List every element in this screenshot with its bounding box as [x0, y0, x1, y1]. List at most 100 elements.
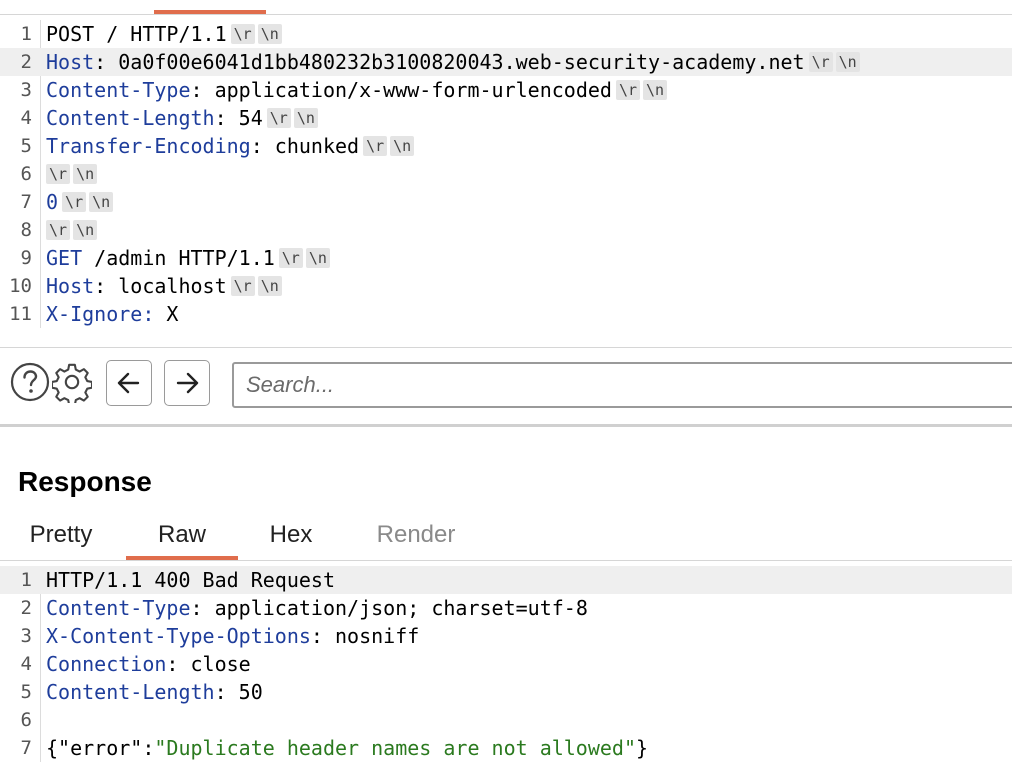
back-button[interactable] — [106, 360, 152, 406]
text-token: HTTP/1.1 400 Bad Request — [46, 568, 335, 592]
line-number: 4 — [20, 653, 32, 675]
toolbar-separator — [0, 347, 1012, 348]
text-token: : close — [166, 652, 251, 676]
code-line: 8 \r \n — [0, 216, 1012, 244]
line-number: 6 — [20, 709, 32, 731]
tab-hex[interactable]: Hex — [250, 512, 332, 558]
line-number: 5 — [20, 681, 32, 703]
code-text: Transfer-Encoding: chunked \r \n — [46, 132, 415, 160]
text-token: : application/json; charset=utf-8 — [190, 596, 588, 620]
line-number: 2 — [20, 597, 32, 619]
header-name: X-Ignore: — [46, 302, 155, 326]
newline-marker: \n — [73, 164, 98, 184]
request-active-tab-indicator — [154, 10, 266, 14]
code-line: 7 0 \r \n — [0, 188, 1012, 216]
text-token: : nosniff — [310, 624, 420, 648]
line-number: 5 — [20, 135, 32, 157]
line-number: 3 — [20, 79, 32, 101]
code-line: 7 {"error":"Duplicate header names are no… — [0, 734, 1012, 762]
newline-marker: \n — [89, 192, 114, 212]
header-name: Content-Type — [46, 596, 191, 620]
forward-button[interactable] — [164, 360, 210, 406]
code-line: 2 Content-Type: application/json; charset… — [0, 594, 1012, 622]
response-editor[interactable]: 1 HTTP/1.1 400 Bad Request 2 Content-Type: … — [0, 566, 1012, 762]
search-input[interactable] — [232, 362, 1012, 408]
carriage-return-marker: \r — [363, 136, 388, 156]
code-line: 4 Connection: close — [0, 650, 1012, 678]
text-token: 0 — [46, 190, 59, 214]
line-number: 1 — [20, 569, 32, 591]
header-name: X-Content-Type-Options — [46, 624, 311, 648]
code-text: Connection: close — [46, 650, 251, 678]
text-token: : 54 — [214, 106, 263, 130]
code-line: 2 Host: 0a0f00e6041d1bb480232b3100820043.… — [0, 48, 1012, 76]
arrow-left-icon — [117, 372, 140, 394]
code-line: 1 HTTP/1.1 400 Bad Request — [0, 566, 1012, 594]
newline-marker: \n — [257, 276, 282, 296]
search-toolbar — [0, 352, 1012, 414]
response-title: Response — [18, 466, 152, 497]
text-token: X — [154, 302, 179, 326]
code-text: Host: localhost \r \n — [46, 272, 282, 300]
line-number: 7 — [20, 737, 32, 759]
newline-marker: \n — [835, 52, 860, 72]
header-name: Content-Length — [46, 680, 215, 704]
newline-marker: \n — [73, 220, 98, 240]
text-token: POST / HTTP/1.1 — [46, 22, 227, 46]
code-line: 9 GET /admin HTTP/1.1 \r \n — [0, 244, 1012, 272]
code-text: Content-Length: 54 \r \n — [46, 104, 318, 132]
code-text: Content-Length: 50 — [46, 678, 263, 706]
code-text: {"error":"Duplicate header names are not… — [46, 734, 648, 762]
code-line: 6 — [0, 706, 1012, 734]
help-icon[interactable] — [10, 362, 50, 402]
header-name: GET — [46, 246, 83, 270]
string-token: "Duplicate header names are not allowed" — [154, 736, 637, 760]
code-line: 1 POST / HTTP/1.1 \r \n — [0, 20, 1012, 48]
newline-marker: \n — [257, 24, 282, 44]
line-number: 11 — [9, 303, 32, 325]
line-number: 8 — [20, 219, 32, 241]
text-token: : chunked — [250, 134, 360, 158]
text-token: : application/x-www-form-urlencoded — [190, 78, 612, 102]
header-name: Host — [46, 50, 95, 74]
code-text: \r \n — [46, 216, 98, 244]
carriage-return-marker: \r — [230, 276, 255, 296]
arrow-right-icon — [176, 372, 199, 394]
line-number: 3 — [20, 625, 32, 647]
line-number: 7 — [20, 191, 32, 213]
text-token: } — [636, 736, 649, 760]
response-tabs-divider — [0, 560, 1012, 561]
code-line: 6 \r \n — [0, 160, 1012, 188]
code-text: X-Content-Type-Options: nosniff — [46, 622, 419, 650]
code-text: X-Ignore: X — [46, 300, 178, 328]
line-number: 6 — [20, 163, 32, 185]
code-line: 3 Content-Type: application/x-www-form-ur… — [0, 76, 1012, 104]
tab-pretty[interactable]: Pretty — [14, 512, 108, 558]
response-view-tabs: Pretty Raw Hex Render — [0, 512, 1012, 560]
code-text: HTTP/1.1 400 Bad Request — [46, 566, 335, 594]
request-editor[interactable]: 1 POST / HTTP/1.1 \r \n 2 Host: 0a0f00e6041d1… — [0, 20, 1012, 328]
newline-marker: \n — [390, 136, 415, 156]
code-text: GET /admin HTTP/1.1 \r \n — [46, 244, 330, 272]
code-text: Content-Type: application/x-www-form-url… — [46, 76, 668, 104]
panel-splitter[interactable] — [0, 424, 1012, 427]
carriage-return-marker: \r — [278, 248, 303, 268]
line-number: 9 — [20, 247, 32, 269]
line-number: 4 — [20, 107, 32, 129]
carriage-return-marker: \r — [46, 164, 71, 184]
tab-render: Render — [376, 521, 456, 548]
line-number: 10 — [9, 275, 32, 297]
carriage-return-marker: \r — [808, 52, 833, 72]
tab-raw[interactable]: Raw — [126, 512, 238, 560]
carriage-return-marker: \r — [62, 192, 87, 212]
code-text: Content-Type: application/json; charset=… — [46, 594, 588, 622]
text-token: {"error": — [46, 736, 155, 760]
carriage-return-marker: \r — [266, 108, 291, 128]
line-number: 2 — [20, 51, 32, 73]
header-name: Content-Type — [46, 78, 191, 102]
header-name: Content-Length — [46, 106, 215, 130]
text-token: : 50 — [214, 680, 263, 704]
header-name: Host — [46, 274, 95, 298]
code-line: 10 Host: localhost \r \n — [0, 272, 1012, 300]
gear-icon[interactable] — [52, 362, 92, 403]
